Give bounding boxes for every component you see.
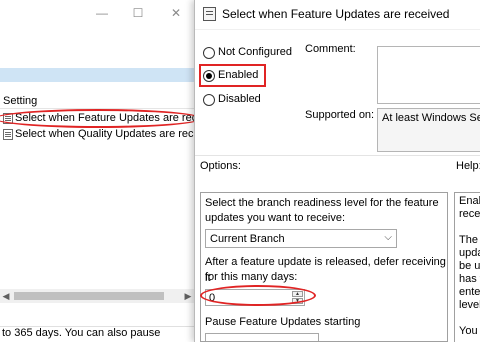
scroll-thumb[interactable]	[14, 292, 164, 300]
scroll-right-icon[interactable]: ▶	[182, 289, 194, 303]
help-line: Enab	[459, 195, 480, 207]
help-label: Help:	[456, 160, 480, 172]
chevron-down-icon[interactable]: ⌵	[384, 232, 392, 243]
help-line: be us	[459, 260, 480, 272]
defer-prompt-line2: for this many days:	[205, 271, 298, 283]
help-line: upda	[459, 247, 480, 259]
setting-row-label: Select when Quality Updates are received	[15, 128, 196, 140]
comment-textarea[interactable]	[377, 46, 480, 104]
options-label: Options:	[200, 160, 241, 172]
radio-button-icon[interactable]	[203, 94, 215, 106]
maximize-button[interactable]: ☐	[128, 4, 148, 22]
branch-readiness-dropdown[interactable]: Current Branch ⌵	[205, 229, 397, 248]
setting-column-header[interactable]: Setting	[3, 95, 37, 107]
help-line	[459, 312, 480, 325]
help-line: has v	[459, 273, 480, 285]
options-panel: Select the branch readiness level for th…	[200, 192, 448, 342]
supported-on-value: At least Windows Server 2016, Windows 10	[377, 108, 480, 152]
pause-feature-updates-label: Pause Feature Updates starting	[205, 316, 361, 328]
pause-start-date-input[interactable]	[205, 333, 319, 341]
description-text: to 365 days. You can also pause	[0, 326, 196, 342]
setting-row-quality-updates[interactable]: Select when Quality Updates are received	[0, 127, 196, 142]
help-panel: Enab receiv The b upda be us has v enter…	[454, 192, 480, 342]
background-titlebar: — ☐ ✕	[0, 0, 196, 26]
annotation-box-enabled	[199, 64, 266, 87]
branch-prompt-line1: Select the branch readiness level for th…	[205, 197, 439, 209]
comment-label: Comment:	[305, 43, 356, 55]
supported-on-label: Supported on:	[305, 109, 375, 121]
setting-row-label: Select when Feature Updates are received	[15, 112, 196, 124]
policy-setting-dialog: Select when Feature Updates are received…	[194, 0, 480, 342]
branch-prompt-line2: updates you want to receive:	[205, 212, 346, 224]
radio-button-icon[interactable]	[203, 47, 215, 59]
title-separator	[195, 29, 480, 30]
dialog-title: Select when Feature Updates are received	[222, 7, 450, 21]
help-line: You c	[459, 325, 480, 337]
radio-label: Disabled	[218, 93, 261, 105]
help-line: The b	[459, 234, 480, 246]
radio-label: Not Configured	[218, 46, 292, 58]
policy-setting-icon	[3, 113, 13, 124]
selection-band	[0, 68, 196, 82]
annotation-ellipse-defer-days	[200, 285, 316, 306]
help-line: level	[459, 299, 480, 311]
close-button[interactable]: ✕	[166, 4, 186, 22]
section-separator	[195, 155, 480, 156]
help-line: enter	[459, 286, 480, 298]
scroll-left-icon[interactable]: ◀	[0, 289, 12, 303]
dropdown-selected-value: Current Branch	[210, 233, 285, 245]
help-line: receiv	[459, 208, 480, 220]
group-policy-editor-window: — ☐ ✕ Setting Select when Feature Update…	[0, 0, 202, 342]
horizontal-scrollbar[interactable]: ◀ ▶	[0, 289, 196, 303]
policy-setting-icon	[3, 129, 13, 140]
minimize-button[interactable]: —	[92, 4, 112, 22]
policy-setting-icon	[203, 7, 216, 21]
setting-row-feature-updates[interactable]: Select when Feature Updates are received	[0, 111, 196, 126]
column-divider	[0, 108, 196, 109]
help-line	[459, 221, 480, 234]
